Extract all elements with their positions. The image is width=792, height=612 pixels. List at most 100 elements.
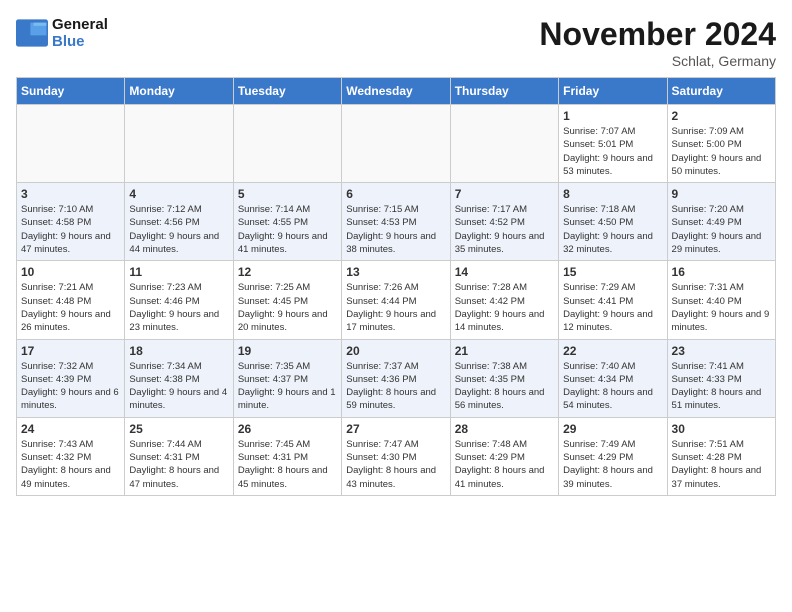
calendar-row: 3Sunrise: 7:10 AM Sunset: 4:58 PM Daylig… — [17, 183, 776, 261]
calendar-cell: 2 Sunrise: 7:09 AM Sunset: 5:00 PM Daylig… — [667, 105, 775, 183]
calendar-cell: 8 Sunrise: 7:18 AM Sunset: 4:50 PM Daylig… — [559, 183, 667, 261]
day-number: 15 — [563, 265, 662, 279]
calendar-row: 17 Sunrise: 7:32 AM Sunset: 4:39 PM Dayli… — [17, 339, 776, 417]
header-friday: Friday — [559, 78, 667, 105]
month-title: November 2024 — [539, 16, 776, 53]
calendar-cell: 28 Sunrise: 7:48 AM Sunset: 4:29 PM Dayli… — [450, 417, 558, 495]
day-info: Sunrise: 7:14 AM Sunset: 4:55 PM Dayligh… — [238, 203, 337, 256]
day-number: 23 — [672, 344, 771, 358]
location: Schlat, Germany — [539, 53, 776, 69]
day-number: 24 — [21, 422, 120, 436]
day-number: 4 — [129, 187, 228, 201]
day-info: Sunrise: 7:37 AM Sunset: 4:36 PM Dayligh… — [346, 360, 445, 413]
calendar-cell: 3Sunrise: 7:10 AM Sunset: 4:58 PM Daylig… — [17, 183, 125, 261]
day-info: Sunrise: 7:17 AM Sunset: 4:52 PM Dayligh… — [455, 203, 554, 256]
calendar-cell: 4 Sunrise: 7:12 AM Sunset: 4:56 PM Daylig… — [125, 183, 233, 261]
day-number: 14 — [455, 265, 554, 279]
day-info: Sunrise: 7:20 AM Sunset: 4:49 PM Dayligh… — [672, 203, 771, 256]
day-info: Sunrise: 7:21 AM Sunset: 4:48 PM Dayligh… — [21, 281, 120, 334]
calendar-cell: 5 Sunrise: 7:14 AM Sunset: 4:55 PM Daylig… — [233, 183, 341, 261]
day-info: Sunrise: 7:49 AM Sunset: 4:29 PM Dayligh… — [563, 438, 662, 491]
header-saturday: Saturday — [667, 78, 775, 105]
day-info: Sunrise: 7:25 AM Sunset: 4:45 PM Dayligh… — [238, 281, 337, 334]
calendar-cell: 6 Sunrise: 7:15 AM Sunset: 4:53 PM Daylig… — [342, 183, 450, 261]
calendar-cell: 25 Sunrise: 7:44 AM Sunset: 4:31 PM Dayli… — [125, 417, 233, 495]
calendar-cell — [233, 105, 341, 183]
day-number: 6 — [346, 187, 445, 201]
day-info: Sunrise: 7:44 AM Sunset: 4:31 PM Dayligh… — [129, 438, 228, 491]
calendar-cell: 19 Sunrise: 7:35 AM Sunset: 4:37 PM Dayli… — [233, 339, 341, 417]
day-info: Sunrise: 7:15 AM Sunset: 4:53 PM Dayligh… — [346, 203, 445, 256]
title-block: November 2024 Schlat, Germany — [539, 16, 776, 69]
calendar-table: SundayMondayTuesdayWednesdayThursdayFrid… — [16, 77, 776, 496]
day-number: 16 — [672, 265, 771, 279]
calendar-cell: 20 Sunrise: 7:37 AM Sunset: 4:36 PM Dayli… — [342, 339, 450, 417]
day-info: Sunrise: 7:28 AM Sunset: 4:42 PM Dayligh… — [455, 281, 554, 334]
day-info: Sunrise: 7:09 AM Sunset: 5:00 PM Dayligh… — [672, 125, 771, 178]
day-info: Sunrise: 7:10 AM Sunset: 4:58 PM Dayligh… — [21, 203, 120, 256]
day-info: Sunrise: 7:43 AM Sunset: 4:32 PM Dayligh… — [21, 438, 120, 491]
calendar-header: SundayMondayTuesdayWednesdayThursdayFrid… — [17, 78, 776, 105]
day-number: 1 — [563, 109, 662, 123]
calendar-cell: 30Sunrise: 7:51 AM Sunset: 4:28 PM Dayli… — [667, 417, 775, 495]
calendar-cell: 14 Sunrise: 7:28 AM Sunset: 4:42 PM Dayli… — [450, 261, 558, 339]
day-number: 18 — [129, 344, 228, 358]
day-info: Sunrise: 7:12 AM Sunset: 4:56 PM Dayligh… — [129, 203, 228, 256]
day-number: 2 — [672, 109, 771, 123]
day-number: 11 — [129, 265, 228, 279]
day-number: 10 — [21, 265, 120, 279]
day-number: 5 — [238, 187, 337, 201]
day-info: Sunrise: 7:35 AM Sunset: 4:37 PM Dayligh… — [238, 360, 337, 413]
calendar-cell: 27Sunrise: 7:47 AM Sunset: 4:30 PM Dayli… — [342, 417, 450, 495]
logo: General Blue — [16, 16, 108, 51]
day-info: Sunrise: 7:31 AM Sunset: 4:40 PM Dayligh… — [672, 281, 771, 334]
calendar-cell: 21 Sunrise: 7:38 AM Sunset: 4:35 PM Dayli… — [450, 339, 558, 417]
calendar-cell: 13 Sunrise: 7:26 AM Sunset: 4:44 PM Dayli… — [342, 261, 450, 339]
day-number: 12 — [238, 265, 337, 279]
day-number: 9 — [672, 187, 771, 201]
calendar-cell: 23Sunrise: 7:41 AM Sunset: 4:33 PM Dayli… — [667, 339, 775, 417]
logo-icon — [16, 19, 48, 47]
calendar-cell: 10 Sunrise: 7:21 AM Sunset: 4:48 PM Dayli… — [17, 261, 125, 339]
calendar-cell — [342, 105, 450, 183]
day-number: 19 — [238, 344, 337, 358]
header-row: SundayMondayTuesdayWednesdayThursdayFrid… — [17, 78, 776, 105]
calendar-cell: 29Sunrise: 7:49 AM Sunset: 4:29 PM Dayli… — [559, 417, 667, 495]
day-number: 27 — [346, 422, 445, 436]
header-wednesday: Wednesday — [342, 78, 450, 105]
day-info: Sunrise: 7:23 AM Sunset: 4:46 PM Dayligh… — [129, 281, 228, 334]
day-info: Sunrise: 7:26 AM Sunset: 4:44 PM Dayligh… — [346, 281, 445, 334]
day-number: 21 — [455, 344, 554, 358]
calendar-cell: 17 Sunrise: 7:32 AM Sunset: 4:39 PM Dayli… — [17, 339, 125, 417]
day-info: Sunrise: 7:48 AM Sunset: 4:29 PM Dayligh… — [455, 438, 554, 491]
day-number: 13 — [346, 265, 445, 279]
day-info: Sunrise: 7:40 AM Sunset: 4:34 PM Dayligh… — [563, 360, 662, 413]
day-number: 20 — [346, 344, 445, 358]
calendar-row: 10 Sunrise: 7:21 AM Sunset: 4:48 PM Dayli… — [17, 261, 776, 339]
day-info: Sunrise: 7:18 AM Sunset: 4:50 PM Dayligh… — [563, 203, 662, 256]
header-monday: Monday — [125, 78, 233, 105]
calendar-cell: 9 Sunrise: 7:20 AM Sunset: 4:49 PM Daylig… — [667, 183, 775, 261]
calendar-cell: 11 Sunrise: 7:23 AM Sunset: 4:46 PM Dayli… — [125, 261, 233, 339]
calendar-cell: 16 Sunrise: 7:31 AM Sunset: 4:40 PM Dayli… — [667, 261, 775, 339]
day-number: 17 — [21, 344, 120, 358]
calendar-cell — [125, 105, 233, 183]
calendar-cell: 15 Sunrise: 7:29 AM Sunset: 4:41 PM Dayli… — [559, 261, 667, 339]
day-number: 25 — [129, 422, 228, 436]
header-thursday: Thursday — [450, 78, 558, 105]
day-number: 28 — [455, 422, 554, 436]
day-number: 8 — [563, 187, 662, 201]
day-info: Sunrise: 7:32 AM Sunset: 4:39 PM Dayligh… — [21, 360, 120, 413]
logo-text: General Blue — [52, 16, 108, 51]
calendar-cell: 12 Sunrise: 7:25 AM Sunset: 4:45 PM Dayli… — [233, 261, 341, 339]
calendar-cell: 18 Sunrise: 7:34 AM Sunset: 4:38 PM Dayli… — [125, 339, 233, 417]
day-info: Sunrise: 7:45 AM Sunset: 4:31 PM Dayligh… — [238, 438, 337, 491]
day-info: Sunrise: 7:38 AM Sunset: 4:35 PM Dayligh… — [455, 360, 554, 413]
header-tuesday: Tuesday — [233, 78, 341, 105]
day-info: Sunrise: 7:34 AM Sunset: 4:38 PM Dayligh… — [129, 360, 228, 413]
day-info: Sunrise: 7:29 AM Sunset: 4:41 PM Dayligh… — [563, 281, 662, 334]
calendar-cell — [450, 105, 558, 183]
day-info: Sunrise: 7:51 AM Sunset: 4:28 PM Dayligh… — [672, 438, 771, 491]
calendar-cell: 1Sunrise: 7:07 AM Sunset: 5:01 PM Daylig… — [559, 105, 667, 183]
calendar-cell — [17, 105, 125, 183]
